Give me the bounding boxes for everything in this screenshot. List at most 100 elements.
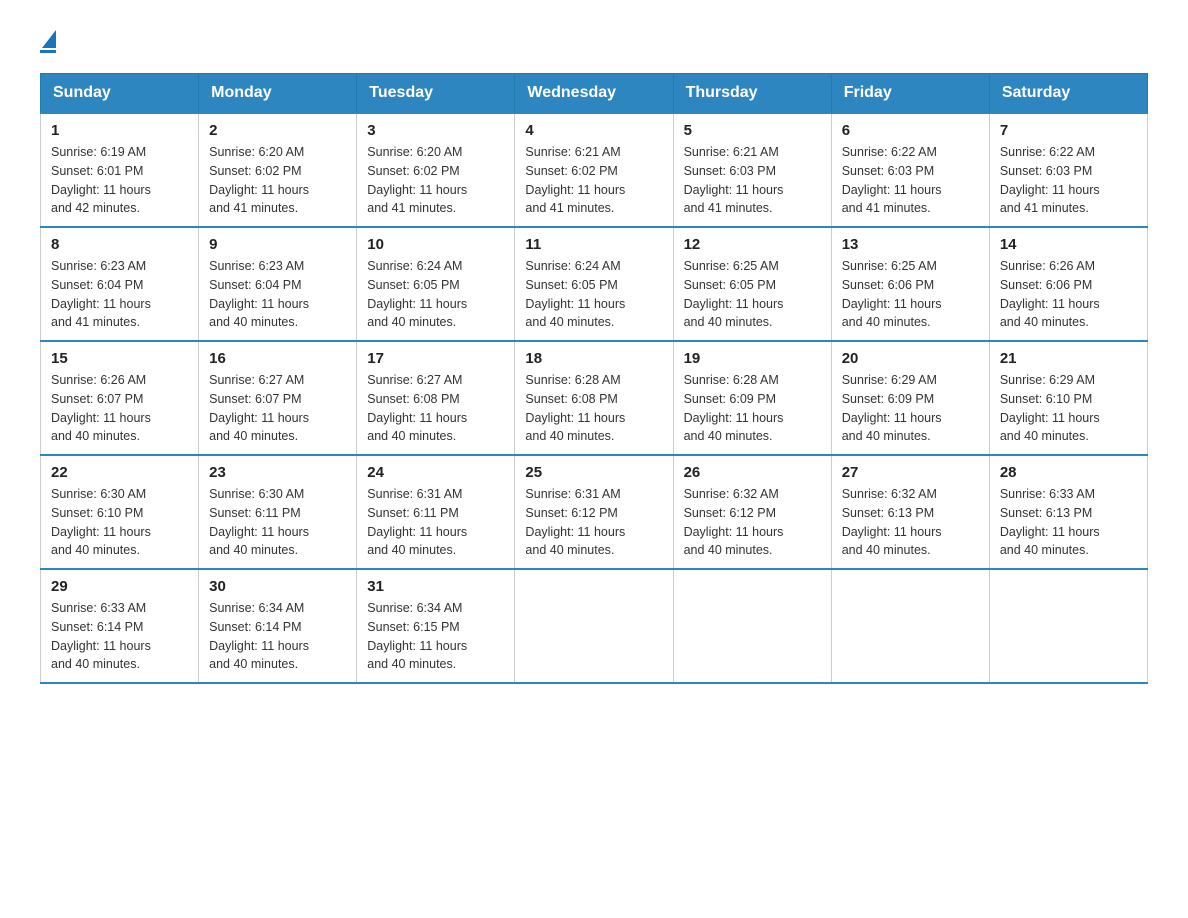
day-number: 23 <box>209 464 346 481</box>
day-number: 5 <box>684 122 821 139</box>
day-info: Sunrise: 6:24 AM Sunset: 6:05 PM Dayligh… <box>525 257 662 332</box>
calendar-cell: 8 Sunrise: 6:23 AM Sunset: 6:04 PM Dayli… <box>41 227 199 341</box>
day-info: Sunrise: 6:30 AM Sunset: 6:10 PM Dayligh… <box>51 485 188 560</box>
day-number: 21 <box>1000 350 1137 367</box>
calendar-cell: 17 Sunrise: 6:27 AM Sunset: 6:08 PM Dayl… <box>357 341 515 455</box>
day-number: 2 <box>209 122 346 139</box>
calendar-cell <box>831 569 989 683</box>
day-info: Sunrise: 6:27 AM Sunset: 6:07 PM Dayligh… <box>209 371 346 446</box>
calendar-cell: 19 Sunrise: 6:28 AM Sunset: 6:09 PM Dayl… <box>673 341 831 455</box>
day-info: Sunrise: 6:20 AM Sunset: 6:02 PM Dayligh… <box>367 143 504 218</box>
calendar-cell: 2 Sunrise: 6:20 AM Sunset: 6:02 PM Dayli… <box>199 113 357 227</box>
col-header-tuesday: Tuesday <box>357 74 515 114</box>
calendar-cell <box>989 569 1147 683</box>
calendar-cell: 24 Sunrise: 6:31 AM Sunset: 6:11 PM Dayl… <box>357 455 515 569</box>
day-number: 10 <box>367 236 504 253</box>
day-info: Sunrise: 6:34 AM Sunset: 6:14 PM Dayligh… <box>209 599 346 674</box>
calendar-cell <box>673 569 831 683</box>
calendar-cell: 22 Sunrise: 6:30 AM Sunset: 6:10 PM Dayl… <box>41 455 199 569</box>
logo <box>40 30 56 53</box>
calendar-cell: 31 Sunrise: 6:34 AM Sunset: 6:15 PM Dayl… <box>357 569 515 683</box>
calendar-cell <box>515 569 673 683</box>
day-number: 12 <box>684 236 821 253</box>
day-info: Sunrise: 6:33 AM Sunset: 6:13 PM Dayligh… <box>1000 485 1137 560</box>
calendar-cell: 25 Sunrise: 6:31 AM Sunset: 6:12 PM Dayl… <box>515 455 673 569</box>
calendar-cell: 7 Sunrise: 6:22 AM Sunset: 6:03 PM Dayli… <box>989 113 1147 227</box>
calendar-week-3: 15 Sunrise: 6:26 AM Sunset: 6:07 PM Dayl… <box>41 341 1148 455</box>
day-info: Sunrise: 6:32 AM Sunset: 6:12 PM Dayligh… <box>684 485 821 560</box>
col-header-saturday: Saturday <box>989 74 1147 114</box>
day-number: 31 <box>367 578 504 595</box>
calendar-week-2: 8 Sunrise: 6:23 AM Sunset: 6:04 PM Dayli… <box>41 227 1148 341</box>
calendar-cell: 30 Sunrise: 6:34 AM Sunset: 6:14 PM Dayl… <box>199 569 357 683</box>
day-number: 26 <box>684 464 821 481</box>
day-info: Sunrise: 6:20 AM Sunset: 6:02 PM Dayligh… <box>209 143 346 218</box>
day-info: Sunrise: 6:31 AM Sunset: 6:11 PM Dayligh… <box>367 485 504 560</box>
day-number: 28 <box>1000 464 1137 481</box>
day-number: 4 <box>525 122 662 139</box>
calendar-cell: 3 Sunrise: 6:20 AM Sunset: 6:02 PM Dayli… <box>357 113 515 227</box>
day-number: 8 <box>51 236 188 253</box>
calendar-table: SundayMondayTuesdayWednesdayThursdayFrid… <box>40 73 1148 684</box>
calendar-cell: 4 Sunrise: 6:21 AM Sunset: 6:02 PM Dayli… <box>515 113 673 227</box>
day-info: Sunrise: 6:25 AM Sunset: 6:06 PM Dayligh… <box>842 257 979 332</box>
day-info: Sunrise: 6:23 AM Sunset: 6:04 PM Dayligh… <box>209 257 346 332</box>
calendar-cell: 27 Sunrise: 6:32 AM Sunset: 6:13 PM Dayl… <box>831 455 989 569</box>
calendar-cell: 6 Sunrise: 6:22 AM Sunset: 6:03 PM Dayli… <box>831 113 989 227</box>
col-header-wednesday: Wednesday <box>515 74 673 114</box>
day-number: 18 <box>525 350 662 367</box>
day-info: Sunrise: 6:28 AM Sunset: 6:08 PM Dayligh… <box>525 371 662 446</box>
calendar-cell: 20 Sunrise: 6:29 AM Sunset: 6:09 PM Dayl… <box>831 341 989 455</box>
day-info: Sunrise: 6:29 AM Sunset: 6:09 PM Dayligh… <box>842 371 979 446</box>
day-number: 22 <box>51 464 188 481</box>
day-info: Sunrise: 6:26 AM Sunset: 6:07 PM Dayligh… <box>51 371 188 446</box>
day-info: Sunrise: 6:33 AM Sunset: 6:14 PM Dayligh… <box>51 599 188 674</box>
calendar-cell: 11 Sunrise: 6:24 AM Sunset: 6:05 PM Dayl… <box>515 227 673 341</box>
col-header-monday: Monday <box>199 74 357 114</box>
logo-triangle-icon <box>42 30 56 48</box>
calendar-cell: 1 Sunrise: 6:19 AM Sunset: 6:01 PM Dayli… <box>41 113 199 227</box>
day-number: 15 <box>51 350 188 367</box>
day-info: Sunrise: 6:28 AM Sunset: 6:09 PM Dayligh… <box>684 371 821 446</box>
calendar-cell: 18 Sunrise: 6:28 AM Sunset: 6:08 PM Dayl… <box>515 341 673 455</box>
day-info: Sunrise: 6:21 AM Sunset: 6:03 PM Dayligh… <box>684 143 821 218</box>
calendar-cell: 23 Sunrise: 6:30 AM Sunset: 6:11 PM Dayl… <box>199 455 357 569</box>
calendar-cell: 13 Sunrise: 6:25 AM Sunset: 6:06 PM Dayl… <box>831 227 989 341</box>
calendar-cell: 29 Sunrise: 6:33 AM Sunset: 6:14 PM Dayl… <box>41 569 199 683</box>
day-number: 30 <box>209 578 346 595</box>
calendar-cell: 21 Sunrise: 6:29 AM Sunset: 6:10 PM Dayl… <box>989 341 1147 455</box>
calendar-cell: 9 Sunrise: 6:23 AM Sunset: 6:04 PM Dayli… <box>199 227 357 341</box>
col-header-thursday: Thursday <box>673 74 831 114</box>
day-number: 3 <box>367 122 504 139</box>
day-number: 17 <box>367 350 504 367</box>
day-info: Sunrise: 6:34 AM Sunset: 6:15 PM Dayligh… <box>367 599 504 674</box>
day-number: 16 <box>209 350 346 367</box>
calendar-week-4: 22 Sunrise: 6:30 AM Sunset: 6:10 PM Dayl… <box>41 455 1148 569</box>
day-info: Sunrise: 6:30 AM Sunset: 6:11 PM Dayligh… <box>209 485 346 560</box>
day-number: 25 <box>525 464 662 481</box>
day-info: Sunrise: 6:21 AM Sunset: 6:02 PM Dayligh… <box>525 143 662 218</box>
day-number: 24 <box>367 464 504 481</box>
day-number: 1 <box>51 122 188 139</box>
day-number: 13 <box>842 236 979 253</box>
col-header-friday: Friday <box>831 74 989 114</box>
day-info: Sunrise: 6:24 AM Sunset: 6:05 PM Dayligh… <box>367 257 504 332</box>
col-header-sunday: Sunday <box>41 74 199 114</box>
calendar-cell: 10 Sunrise: 6:24 AM Sunset: 6:05 PM Dayl… <box>357 227 515 341</box>
day-info: Sunrise: 6:22 AM Sunset: 6:03 PM Dayligh… <box>842 143 979 218</box>
calendar-cell: 16 Sunrise: 6:27 AM Sunset: 6:07 PM Dayl… <box>199 341 357 455</box>
day-info: Sunrise: 6:19 AM Sunset: 6:01 PM Dayligh… <box>51 143 188 218</box>
calendar-cell: 12 Sunrise: 6:25 AM Sunset: 6:05 PM Dayl… <box>673 227 831 341</box>
day-number: 9 <box>209 236 346 253</box>
calendar-week-5: 29 Sunrise: 6:33 AM Sunset: 6:14 PM Dayl… <box>41 569 1148 683</box>
day-info: Sunrise: 6:25 AM Sunset: 6:05 PM Dayligh… <box>684 257 821 332</box>
calendar-header-row: SundayMondayTuesdayWednesdayThursdayFrid… <box>41 74 1148 114</box>
calendar-cell: 28 Sunrise: 6:33 AM Sunset: 6:13 PM Dayl… <box>989 455 1147 569</box>
day-info: Sunrise: 6:32 AM Sunset: 6:13 PM Dayligh… <box>842 485 979 560</box>
day-info: Sunrise: 6:27 AM Sunset: 6:08 PM Dayligh… <box>367 371 504 446</box>
calendar-cell: 14 Sunrise: 6:26 AM Sunset: 6:06 PM Dayl… <box>989 227 1147 341</box>
day-info: Sunrise: 6:23 AM Sunset: 6:04 PM Dayligh… <box>51 257 188 332</box>
day-number: 6 <box>842 122 979 139</box>
calendar-cell: 5 Sunrise: 6:21 AM Sunset: 6:03 PM Dayli… <box>673 113 831 227</box>
day-info: Sunrise: 6:31 AM Sunset: 6:12 PM Dayligh… <box>525 485 662 560</box>
